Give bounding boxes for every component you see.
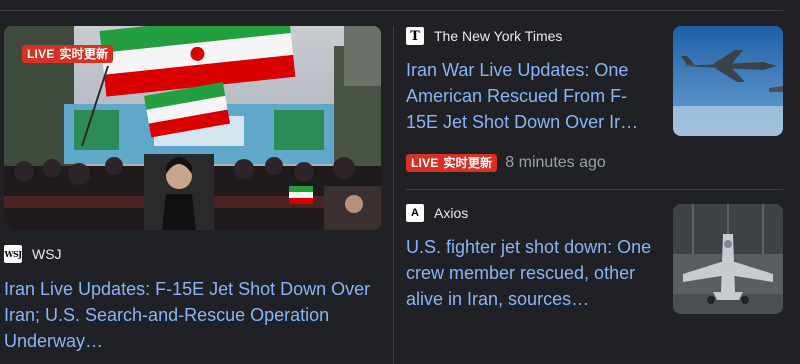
live-label: LIVE [27,47,55,61]
source-name: The New York Times [434,28,563,44]
source-name: WSJ [32,246,62,262]
nyt-meta-row: LIVE 实时更新 8 minutes ago [406,154,606,172]
wsj-logo-icon: WSJ [4,245,22,263]
source-row: WSJ WSJ [4,245,62,263]
fighter-jet-hangar-photo[interactable] [673,204,783,314]
live-sub-label: 实时更新 [443,156,493,170]
column-divider [393,26,394,364]
nyt-logo-icon: T [406,27,424,45]
source-name: Axios [434,205,469,221]
fighter-jet-sky-photo[interactable] [673,26,783,136]
source-row: T The New York Times [406,27,562,45]
story-divider [406,189,783,190]
jet-sky-illustration [673,26,783,136]
timestamp: 8 minutes ago [505,154,606,171]
axios-headline-link[interactable]: U.S. fighter jet shot down: One crew mem… [406,234,656,312]
live-badge: LIVE 实时更新 [406,154,498,172]
main-headline-link[interactable]: Iran Live Updates: F-15E Jet Shot Down O… [4,276,382,354]
nyt-headline-link[interactable]: Iran War Live Updates: One American Resc… [406,57,656,135]
main-story-card[interactable]: LIVE 实时更新 WSJ WSJ Iran Live Updates: F-15… [0,0,392,364]
axios-logo-icon: A [406,204,424,222]
jet-hangar-illustration [673,204,783,314]
live-sub-label: 实时更新 [59,47,109,61]
source-row: A Axios [406,204,468,222]
live-badge: LIVE 实时更新 [22,45,114,63]
live-label: LIVE [411,156,439,170]
